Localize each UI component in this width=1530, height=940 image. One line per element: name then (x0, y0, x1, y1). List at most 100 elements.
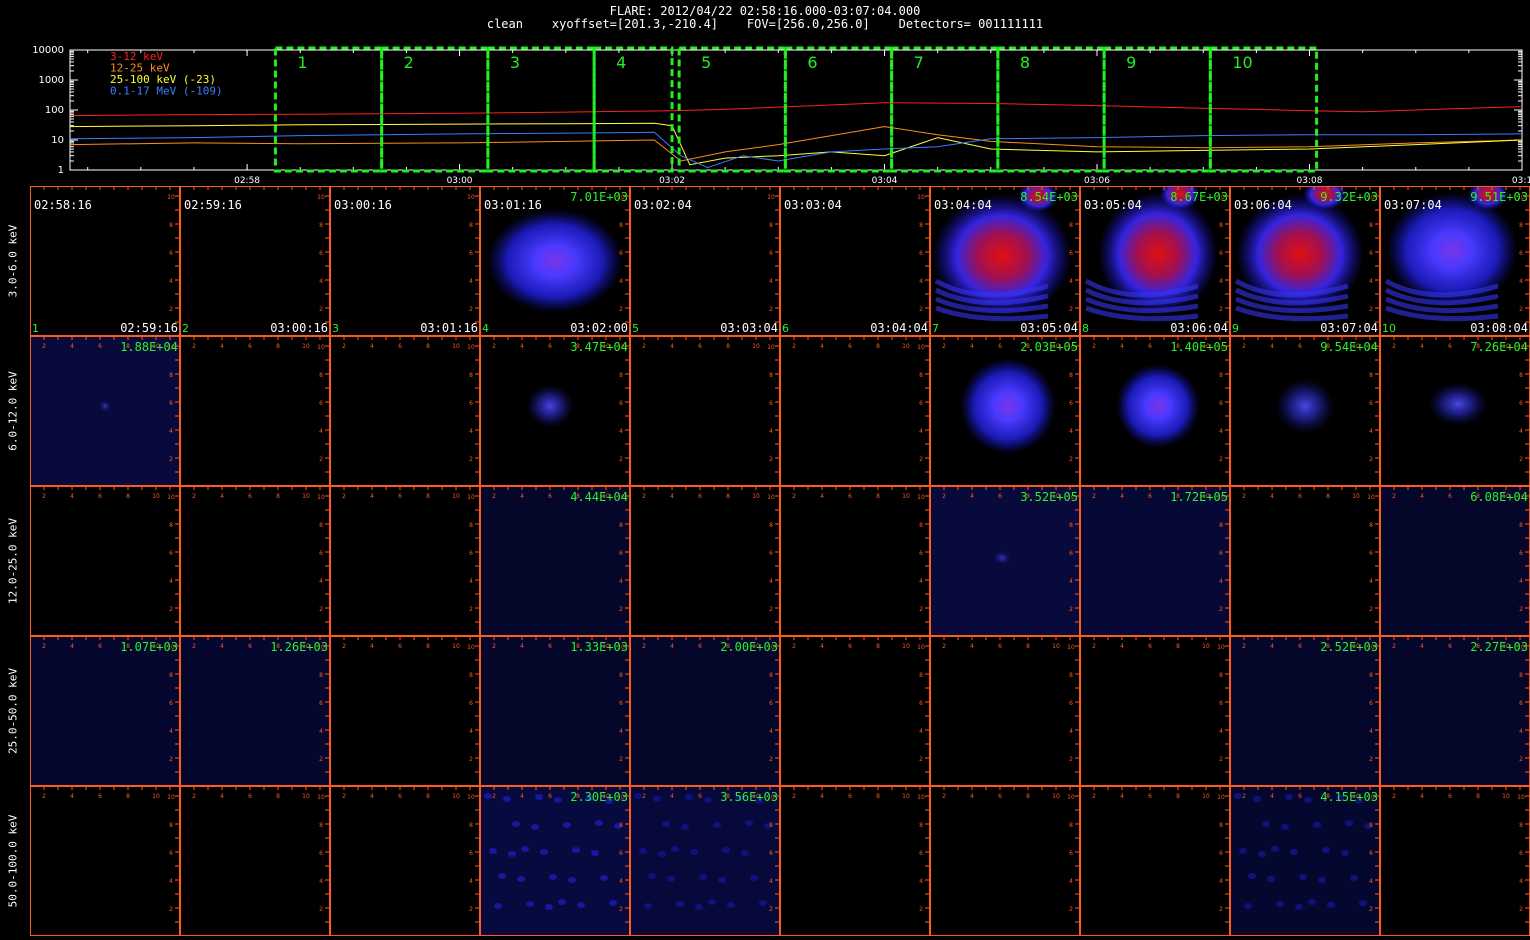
axis-tick-label: 6 (169, 550, 173, 557)
axis-tick-label: 2 (642, 793, 646, 800)
axis-tick-label: 6 (919, 850, 923, 857)
image-panel: 2468102 4 6 8 102.03E+05 (930, 336, 1080, 486)
interval-number: 10 (1232, 53, 1252, 72)
noise-blob (1359, 900, 1367, 906)
axis-tick-label: 10 (167, 794, 175, 801)
axis-tick-label: 8 (276, 493, 280, 500)
axis-tick-label: 8 (169, 822, 173, 829)
panel-max-value: 1.40E+05 (1170, 340, 1228, 354)
axis-tick-label: 10 (467, 644, 475, 651)
axis-tick-label: 8 (619, 822, 623, 829)
panel-background (630, 336, 780, 486)
axis-tick-label: 4 (1369, 428, 1373, 435)
image-grid: 2 4 6 8 10 02:58:16 02:59:16 1 2 4 6 8 10 02:59:16 03:… (30, 186, 1530, 936)
axis-tick-label: 8 (1026, 643, 1030, 650)
panel-background (180, 486, 330, 636)
axis-tick-label: 8 (1026, 793, 1030, 800)
noise-blob (1244, 903, 1252, 909)
noise-blob (708, 899, 716, 905)
noise-blob (572, 847, 580, 853)
axis-tick-label: 6 (1298, 643, 1302, 650)
panel-end-time: 03:05:04 (1020, 321, 1078, 335)
axis-tick-label: 8 (276, 343, 280, 350)
axis-tick-label: 4 (469, 428, 473, 435)
panel-index: 10 (1382, 322, 1396, 335)
panel-index: 9 (1232, 322, 1239, 335)
axis-tick-label: 2 (192, 343, 196, 350)
panel-max-value: 2.27E+03 (1470, 640, 1528, 654)
axis-tick-label: 6 (1519, 700, 1523, 707)
axis-tick-label: 2 (1242, 643, 1246, 650)
noise-blob (512, 821, 520, 827)
axis-tick-label: 8 (726, 493, 730, 500)
axis-tick-label: 2 (1219, 306, 1223, 313)
noise-blob (1295, 904, 1303, 910)
noise-blob (759, 900, 767, 906)
noise-blob (508, 851, 516, 857)
axis-tick-label: 4 (370, 643, 374, 650)
axis-tick-label: 4 (769, 878, 773, 885)
axis-tick-label: 10 (317, 494, 325, 501)
image-panel: 2468102 4 6 8 104.44E+04 (480, 486, 630, 636)
axis-tick-label: 4 (319, 728, 323, 735)
panel-background (1080, 486, 1230, 636)
axis-tick-label: 4 (619, 428, 623, 435)
axis-tick-label: 2 (192, 793, 196, 800)
axis-tick-label: 4 (820, 793, 824, 800)
noise-blob (498, 873, 506, 879)
axis-tick-label: 10 (167, 194, 175, 201)
axis-tick-label: 2 (342, 493, 346, 500)
image-panel: 2 4 6 8 10 2 4 6 8 10 (180, 486, 330, 636)
panel-background (630, 486, 780, 636)
panel-max-value: 1.33E+03 (570, 640, 628, 654)
panel-background (30, 786, 180, 936)
axis-tick-label: 6 (469, 550, 473, 557)
noise-blob (1281, 824, 1289, 830)
axis-tick-label: 10 (917, 194, 925, 201)
y-tick-label: 10 (51, 135, 64, 146)
axis-tick-label: 2 (319, 306, 323, 313)
axis-tick-label: 4 (1420, 493, 1424, 500)
axis-tick-label: 2 (1369, 306, 1373, 313)
image-panel: 2 4 6 8 10 2 4 6 8 10 (330, 786, 480, 936)
axis-tick-label: 2 (619, 456, 623, 463)
axis-tick-label: 2 (942, 643, 946, 650)
panel-start-time: 03:05:04 (1084, 198, 1142, 212)
axis-tick-label: 6 (1148, 793, 1152, 800)
axis-tick-label: 4 (469, 878, 473, 885)
noise-blob (521, 846, 529, 852)
axis-tick-label: 2 (492, 343, 496, 350)
noise-blob (1299, 874, 1307, 880)
axis-tick-label: 6 (1069, 400, 1073, 407)
noise-blob (685, 794, 693, 800)
axis-tick-label: 2 (1069, 906, 1073, 913)
source-emission (960, 358, 1056, 454)
noise-blob (699, 874, 707, 880)
noise-blob (690, 849, 698, 855)
axis-tick-label: 4 (619, 728, 623, 735)
panel-max-value: 7.26E+04 (1470, 340, 1528, 354)
axis-tick-label: 2 (769, 456, 773, 463)
axis-tick-label: 6 (1069, 550, 1073, 557)
axis-tick-label: 6 (619, 400, 623, 407)
axis-tick-label: 8 (1069, 522, 1073, 529)
axis-tick-label: 6 (619, 250, 623, 257)
axis-tick-label: 8 (1519, 222, 1523, 229)
noise-blob (1276, 901, 1284, 907)
axis-tick-label: 8 (919, 222, 923, 229)
axis-tick-label: 2 (169, 306, 173, 313)
panel-background (480, 636, 630, 786)
panel-background (480, 486, 630, 636)
panel-background (630, 636, 780, 786)
noise-blob (745, 820, 753, 826)
axis-tick-label: 8 (919, 822, 923, 829)
noise-blob (718, 877, 726, 883)
axis-tick-label: 4 (469, 578, 473, 585)
panel-end-time: 03:06:04 (1170, 321, 1228, 335)
axis-tick-label: 2 (1092, 493, 1096, 500)
axis-tick-label: 10 (452, 493, 460, 500)
axis-tick-label: 2 (792, 343, 796, 350)
axis-tick-label: 6 (998, 343, 1002, 350)
image-panel: 2 4 6 8 10 2 4 6 8 10 (330, 486, 480, 636)
noise-blob (563, 822, 571, 828)
